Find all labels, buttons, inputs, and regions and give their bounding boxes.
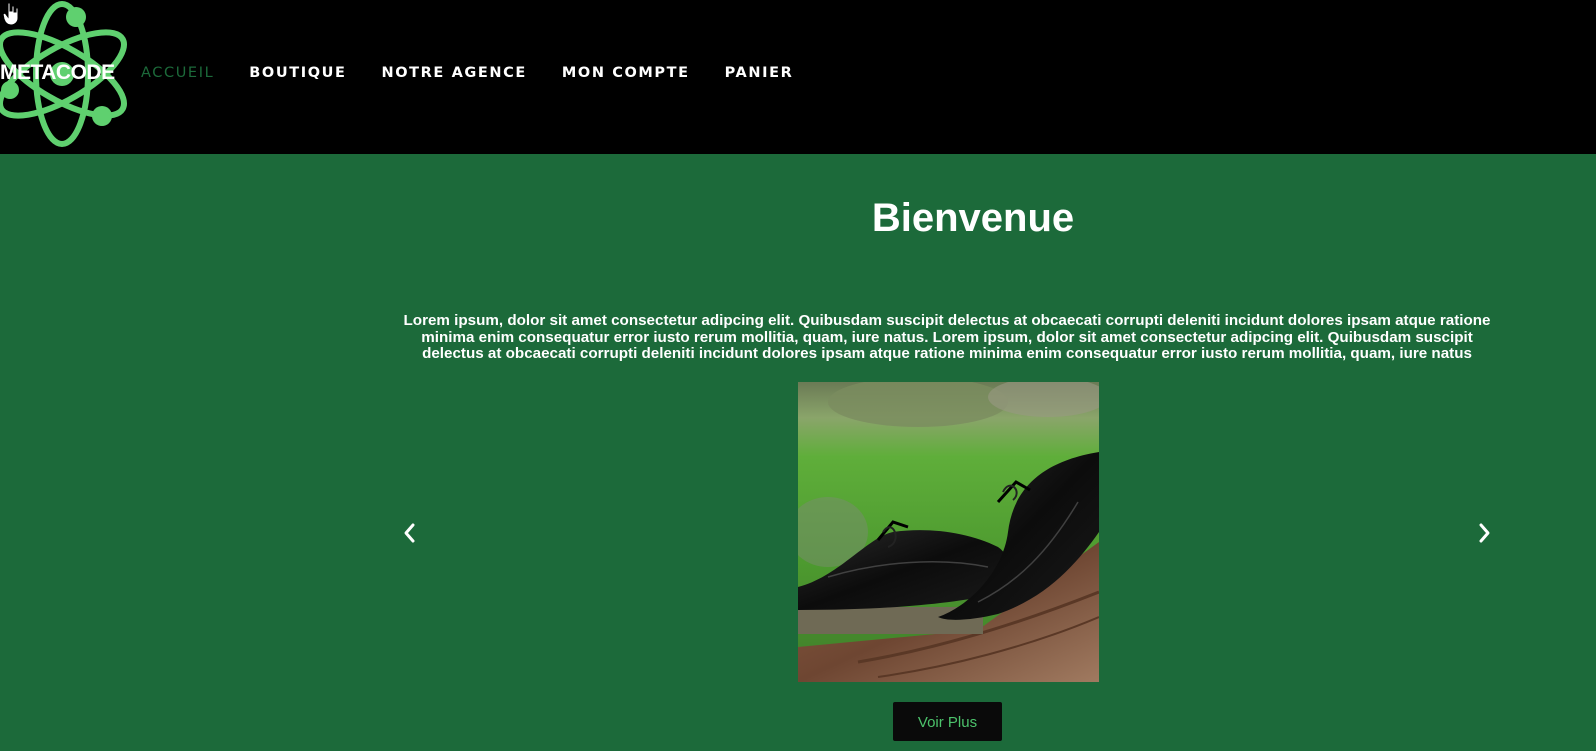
nav-item-notre-agence[interactable]: NOTRE AGENCE [382,65,527,81]
chevron-right-icon[interactable] [1472,519,1496,547]
voir-plus-button[interactable]: Voir Plus [893,702,1002,741]
page-title: Bienvenue [871,196,1075,240]
carousel-slide-image [798,382,1099,682]
nav-item-boutique[interactable]: BOUTIQUE [249,65,346,81]
intro-paragraph: Lorem ipsum, dolor sit amet consectetur … [403,312,1491,362]
pointer-cursor-icon [2,2,19,26]
chevron-left-icon[interactable] [398,519,422,547]
brand-name: METACODE [0,61,115,84]
navbar: METACODE ACCUEIL BOUTIQUE NOTRE AGENCE M… [0,0,1596,154]
main-nav: ACCUEIL BOUTIQUE NOTRE AGENCE MON COMPTE… [141,65,793,81]
nav-item-panier[interactable]: PANIER [725,65,794,81]
page: METACODE ACCUEIL BOUTIQUE NOTRE AGENCE M… [0,0,1596,751]
nav-item-accueil[interactable]: ACCUEIL [141,65,214,81]
nav-item-mon-compte[interactable]: MON COMPTE [562,65,690,81]
